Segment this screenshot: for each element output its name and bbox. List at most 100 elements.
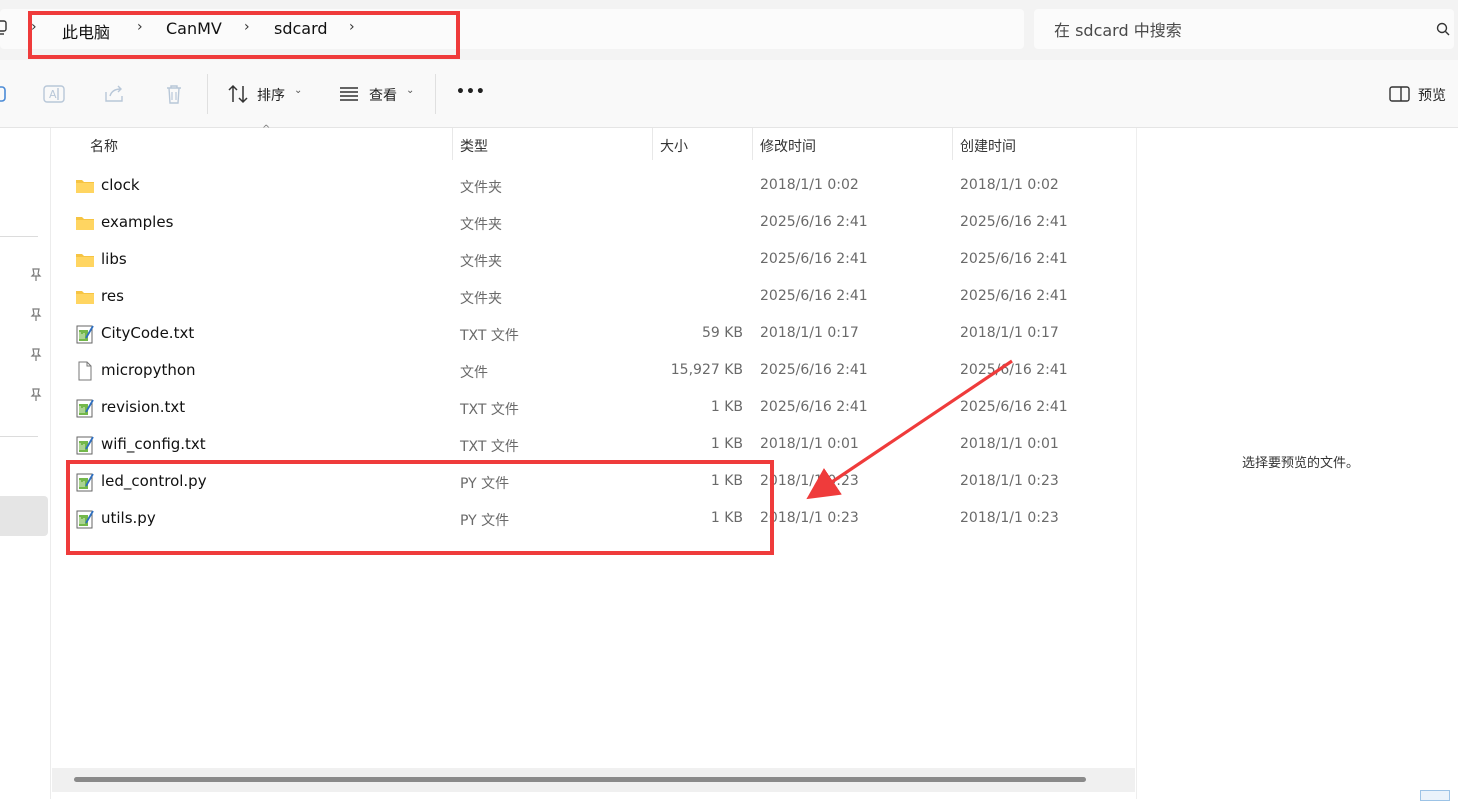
file-size: 15,927 KB (670, 362, 743, 378)
sort-icon[interactable] (226, 82, 250, 106)
folder-icon (75, 287, 95, 307)
file-size: 1 KB (710, 510, 743, 526)
file-name: libs (101, 250, 127, 268)
pin-icon[interactable] (30, 388, 42, 402)
file-modified: 2018/1/1 0:02 (760, 177, 859, 193)
file-created: 2025/6/16 2:41 (960, 399, 1068, 415)
pin-icon[interactable] (30, 308, 42, 322)
folder-icon (75, 176, 95, 196)
column-separator[interactable] (452, 128, 453, 160)
search-box[interactable] (1034, 9, 1454, 49)
preview-empty-message: 选择要预览的文件。 (1242, 456, 1360, 471)
file-type: TXT 文件 (460, 328, 519, 344)
file-modified: 2025/6/16 2:41 (760, 251, 868, 267)
file-created: 2025/6/16 2:41 (960, 362, 1068, 378)
sort-ascending-icon: ^ (262, 124, 271, 135)
folder-icon (75, 213, 95, 233)
file-name: clock (101, 176, 140, 194)
navigation-pane (0, 128, 51, 799)
scrollbar-thumb[interactable] (74, 777, 1086, 782)
breadcrumb-item-sdcard[interactable]: sdcard (274, 19, 328, 38)
file-modified: 2018/1/1 0:17 (760, 325, 859, 341)
file-type: 文件夹 (460, 254, 502, 270)
file-type: 文件夹 (460, 217, 502, 233)
file-created: 2025/6/16 2:41 (960, 251, 1068, 267)
notepad-file-icon (75, 435, 95, 455)
file-type: TXT 文件 (460, 402, 519, 418)
column-separator[interactable] (652, 128, 653, 160)
chevron-down-icon[interactable]: ⌄ (294, 85, 302, 96)
notepad-file-icon (75, 398, 95, 418)
breadcrumb-chevron-icon: › (244, 19, 250, 35)
file-name: utils.py (101, 509, 156, 527)
preview-button[interactable]: 预览 (1418, 85, 1446, 105)
file-created: 2018/1/1 0:01 (960, 436, 1059, 452)
address-bar[interactable] (0, 9, 1024, 49)
share-icon[interactable] (102, 82, 126, 106)
delete-icon[interactable] (162, 82, 186, 106)
column-header-created[interactable]: 创建时间 (960, 136, 1016, 156)
file-created: 2018/1/1 0:23 (960, 473, 1059, 489)
view-mode-button[interactable] (1420, 790, 1450, 801)
file-modified: 2018/1/1 0:23 (760, 510, 859, 526)
file-created: 2018/1/1 0:23 (960, 510, 1059, 526)
file-size: 1 KB (710, 473, 743, 489)
file-name: revision.txt (101, 398, 186, 416)
breadcrumb-chevron-icon: › (137, 19, 143, 35)
file-type: 文件夹 (460, 180, 502, 196)
chevron-down-icon[interactable]: ⌄ (406, 85, 414, 96)
breadcrumb-item-this-pc[interactable]: 此电脑 (62, 19, 110, 43)
view-icon[interactable] (337, 82, 361, 106)
column-separator[interactable] (752, 128, 753, 160)
column-header-type[interactable]: 类型 (460, 136, 488, 156)
file-modified: 2018/1/1 0:23 (760, 473, 859, 489)
file-size: 59 KB (701, 325, 743, 341)
file-created: 2025/6/16 2:41 (960, 288, 1068, 304)
column-header-size[interactable]: 大小 (660, 136, 688, 156)
sort-button[interactable]: 排序 (257, 85, 285, 105)
breadcrumb-chevron-icon[interactable]: › (349, 19, 355, 35)
file-modified: 2025/6/16 2:41 (760, 399, 868, 415)
file-created: 2025/6/16 2:41 (960, 214, 1068, 230)
rename-icon[interactable]: A (42, 82, 66, 106)
svg-text:A: A (49, 88, 57, 101)
breadcrumb-chevron-icon: › (31, 19, 37, 35)
file-name: wifi_config.txt (101, 435, 206, 453)
nav-divider (0, 236, 38, 237)
column-header-name[interactable]: 名称 (90, 136, 118, 156)
pin-icon[interactable] (30, 348, 42, 362)
new-item-icon[interactable] (0, 82, 12, 106)
notepad-file-icon (75, 324, 95, 344)
pin-icon[interactable] (30, 268, 42, 282)
file-size: 1 KB (710, 436, 743, 452)
command-bar (0, 60, 1458, 128)
toolbar-divider (435, 74, 436, 114)
preview-pane-icon[interactable] (1388, 82, 1412, 106)
view-button[interactable]: 查看 (369, 85, 397, 105)
column-separator[interactable] (952, 128, 953, 160)
file-type: 文件 (460, 365, 488, 381)
notepad-file-icon (75, 472, 95, 492)
this-pc-icon (0, 20, 7, 35)
file-modified: 2018/1/1 0:01 (760, 436, 859, 452)
column-header-modified[interactable]: 修改时间 (760, 136, 816, 156)
file-name: micropython (101, 361, 196, 379)
file-name: CityCode.txt (101, 324, 195, 342)
notepad-file-icon (75, 509, 95, 529)
file-type: PY 文件 (460, 476, 510, 492)
search-icon[interactable] (1436, 22, 1450, 36)
file-size: 1 KB (710, 399, 743, 415)
breadcrumb-item-canmv[interactable]: CanMV (166, 19, 222, 38)
more-options-button[interactable]: ••• (456, 84, 486, 100)
file-modified: 2025/6/16 2:41 (760, 362, 868, 378)
nav-divider (0, 436, 38, 437)
file-modified: 2025/6/16 2:41 (760, 214, 868, 230)
blank-file-icon (75, 361, 95, 381)
search-input[interactable] (1052, 19, 1426, 41)
file-type: TXT 文件 (460, 439, 519, 455)
file-name: res (101, 287, 124, 305)
nav-item-selected[interactable] (0, 496, 48, 536)
file-created: 2018/1/1 0:17 (960, 325, 1059, 341)
file-modified: 2025/6/16 2:41 (760, 288, 868, 304)
file-type: PY 文件 (460, 513, 510, 529)
